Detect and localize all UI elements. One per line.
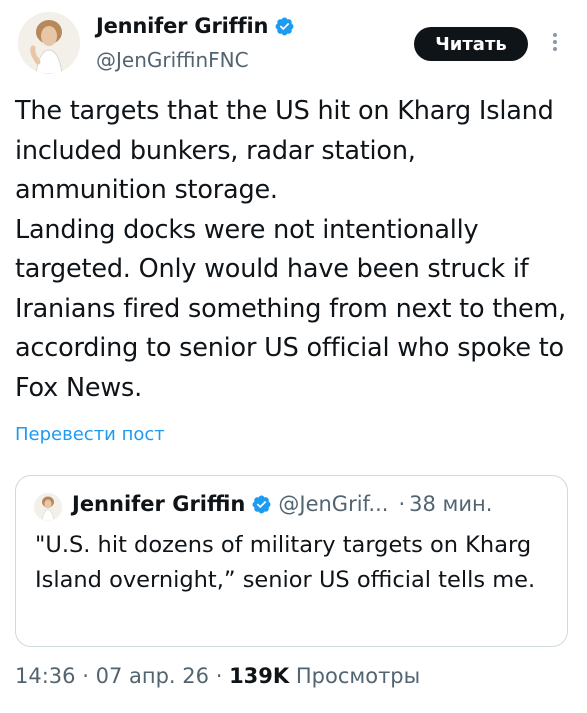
author-handle[interactable]: @JenGriffinFNC [96,48,249,72]
avatar-portrait-icon [18,12,80,74]
author-name-row[interactable]: Jennifer Griffin [96,14,295,38]
tweet-paragraph-1: The targets that the US hit on Kharg Isl… [15,96,554,205]
tweet-paragraph-2: Landing docks were not intentionally tar… [15,214,567,403]
quoted-author-avatar [34,493,62,521]
tweet-header: Jennifer Griffin @JenGriffinFNC Читать [0,0,587,90]
tweet-meta: 14:36 · 07 апр. 26 · 139K Просмотры [15,664,420,688]
separator-dot: · [398,492,406,516]
quoted-tweet-time: 38 мин. [409,492,493,516]
quoted-author-handle: @JenGrif... [278,492,389,516]
follow-button[interactable]: Читать [414,27,528,61]
views-label: Просмотры [295,664,421,688]
tweet-text: The targets that the US hit on Kharg Isl… [15,92,575,408]
separator-dot: · [82,664,89,688]
verified-badge-icon [252,495,271,513]
quoted-tweet-header: Jennifer Griffin @JenGrif... · 38 мин. [72,492,492,516]
author-name[interactable]: Jennifer Griffin [96,14,268,38]
verified-badge-icon [275,17,294,35]
quoted-tweet-text: "U.S. hit dozens of military targets on … [35,532,536,593]
quoted-tweet[interactable]: Jennifer Griffin @JenGrif... · 38 мин. "… [15,475,568,647]
tweet-time[interactable]: 14:36 [15,664,76,688]
separator-dot: · [215,664,223,688]
avatar-portrait-icon [34,493,62,521]
author-avatar[interactable] [18,12,80,74]
translate-post-link[interactable]: Перевести пост [15,424,165,445]
quoted-author-name: Jennifer Griffin [72,492,246,516]
more-vertical-icon[interactable] [548,30,562,58]
views-count: 139K [229,664,290,688]
tweet-date[interactable]: 07 апр. 26 [96,664,209,688]
